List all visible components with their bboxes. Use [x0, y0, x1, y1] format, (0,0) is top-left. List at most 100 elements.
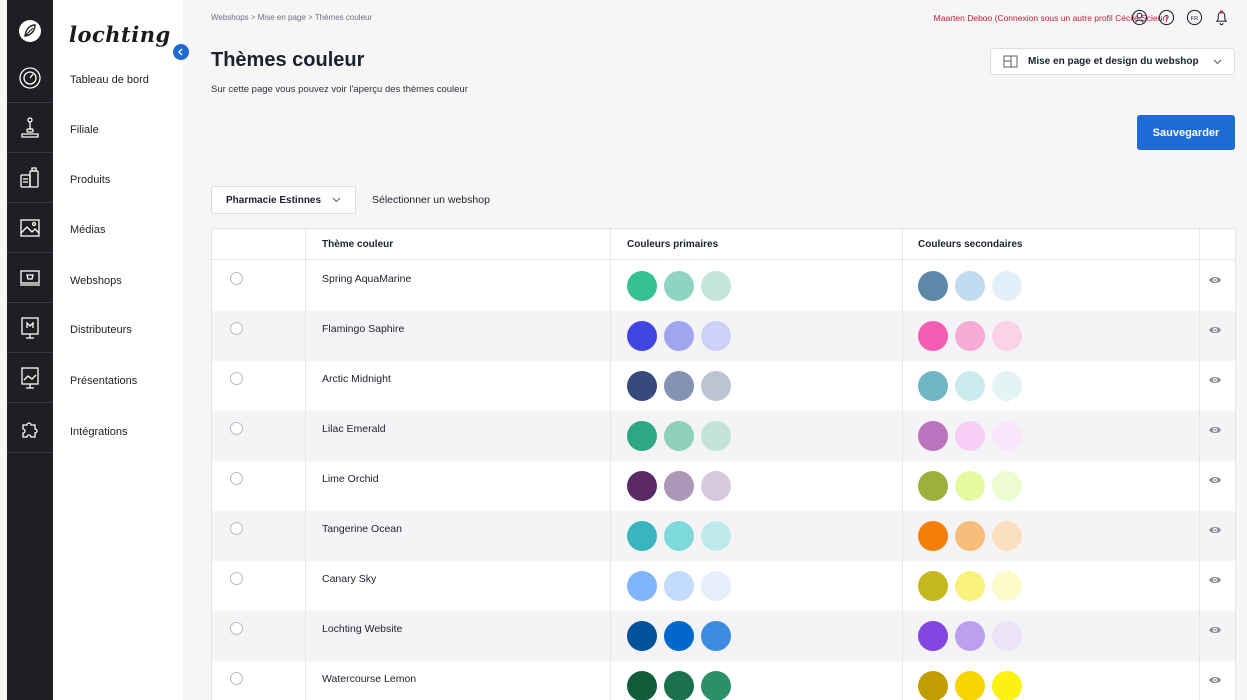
preview-eye-icon[interactable]	[1208, 275, 1222, 285]
theme-name: Flamingo Saphire	[322, 323, 405, 335]
table-row[interactable]: Lime Orchid	[212, 461, 1235, 511]
secondary-color-swatch	[918, 321, 948, 351]
preview-eye-icon[interactable]	[1208, 425, 1222, 435]
secondary-color-swatch	[955, 621, 985, 651]
theme-name: Lime Orchid	[322, 473, 379, 485]
preview-eye-icon[interactable]	[1208, 325, 1222, 335]
primary-color-swatch	[701, 671, 731, 700]
breadcrumb: Webshops > Mise en page > Thèmes couleur	[211, 13, 373, 22]
secondary-color-swatch	[992, 571, 1022, 601]
secondary-color-swatch	[992, 671, 1022, 700]
secondary-color-swatch	[955, 371, 985, 401]
chevron-left-icon	[178, 48, 183, 56]
preview-eye-icon[interactable]	[1208, 375, 1222, 385]
language-label: FR	[1191, 16, 1199, 22]
primary-color-swatch	[701, 521, 731, 551]
secondary-color-swatch	[955, 471, 985, 501]
table-row[interactable]: Lilac Emerald	[212, 411, 1235, 461]
theme-radio[interactable]	[230, 522, 243, 535]
preview-eye-icon[interactable]	[1208, 675, 1222, 685]
preview-eye-icon[interactable]	[1208, 575, 1222, 585]
media-image-icon[interactable]	[7, 203, 53, 253]
secondary-color-swatch	[955, 421, 985, 451]
sidebar-collapse-button[interactable]	[173, 44, 189, 60]
user-profile-icon[interactable]	[1131, 9, 1148, 26]
table-row[interactable]: Spring AquaMarine	[212, 261, 1235, 311]
column-header-theme: Thème couleur	[322, 239, 394, 250]
secondary-color-swatch	[955, 571, 985, 601]
secondary-color-swatch	[992, 521, 1022, 551]
sidebar-item-integrations[interactable]: Intégrations	[70, 426, 127, 438]
theme-radio[interactable]	[230, 622, 243, 635]
sidebar-item-distributors[interactable]: Distributeurs	[70, 324, 132, 336]
sidebar-item-branch[interactable]: Filiale	[70, 124, 99, 136]
sidebar-item-media[interactable]: Médias	[70, 224, 105, 236]
secondary-color-swatch	[992, 371, 1022, 401]
layout-grid-icon	[1003, 55, 1018, 68]
primary-color-swatch	[627, 521, 657, 551]
table-row[interactable]: Watercourse Lemon	[212, 661, 1235, 700]
secondary-color-swatch	[955, 671, 985, 700]
primary-color-swatch	[627, 271, 657, 301]
language-icon[interactable]: FR	[1186, 9, 1203, 26]
sidebar-item-webshops[interactable]: Webshops	[70, 275, 122, 287]
sidebar: lochting Tableau de bord Filiale Produit…	[53, 0, 183, 700]
distributor-monitor-icon[interactable]	[7, 303, 53, 353]
color-themes-table: Spring AquaMarine Flamingo Saphire Arctic …	[211, 228, 1236, 700]
secondary-color-swatch	[918, 621, 948, 651]
table-row[interactable]: Tangerine Ocean	[212, 511, 1235, 561]
primary-color-swatch	[664, 521, 694, 551]
integration-puzzle-icon[interactable]	[7, 403, 53, 453]
sidebar-item-products[interactable]: Produits	[70, 174, 110, 186]
primary-color-swatch	[664, 421, 694, 451]
table-row[interactable]: Flamingo Saphire	[212, 311, 1235, 361]
webshop-select[interactable]: Pharmacie Estinnes	[211, 186, 356, 214]
theme-radio[interactable]	[230, 472, 243, 485]
theme-radio[interactable]	[230, 372, 243, 385]
primary-color-swatch	[664, 621, 694, 651]
primary-color-swatch	[701, 421, 731, 451]
theme-radio[interactable]	[230, 672, 243, 685]
table-row[interactable]: Canary Sky	[212, 561, 1235, 611]
icon-rail	[7, 0, 53, 700]
save-button[interactable]: Sauvegarder	[1137, 115, 1235, 150]
preview-eye-icon[interactable]	[1208, 525, 1222, 535]
table-row[interactable]: Arctic Midnight	[212, 361, 1235, 411]
theme-radio[interactable]	[230, 422, 243, 435]
notification-bell-icon[interactable]	[1213, 9, 1230, 26]
theme-name: Lilac Emerald	[322, 423, 386, 435]
logo-leaf-icon[interactable]	[7, 6, 53, 56]
preview-eye-icon[interactable]	[1208, 625, 1222, 635]
help-icon[interactable]: ?	[1158, 9, 1175, 26]
primary-color-swatch	[701, 321, 731, 351]
secondary-color-swatch	[955, 321, 985, 351]
webshop-cart-icon[interactable]	[7, 253, 53, 303]
primary-color-swatch	[701, 371, 731, 401]
primary-color-swatch	[627, 421, 657, 451]
table-row[interactable]: Lochting Website	[212, 611, 1235, 661]
primary-color-swatch	[627, 571, 657, 601]
dashboard-gauge-icon[interactable]	[7, 53, 53, 103]
theme-radio[interactable]	[230, 272, 243, 285]
chevron-down-icon	[1213, 59, 1222, 64]
branch-joystick-icon[interactable]	[7, 103, 53, 153]
products-boxes-icon[interactable]	[7, 153, 53, 203]
theme-radio[interactable]	[230, 572, 243, 585]
presentation-board-icon[interactable]	[7, 353, 53, 403]
theme-radio[interactable]	[230, 322, 243, 335]
primary-color-swatch	[701, 471, 731, 501]
sidebar-item-dashboard[interactable]: Tableau de bord	[70, 74, 149, 86]
primary-color-swatch	[664, 321, 694, 351]
preview-eye-icon[interactable]	[1208, 475, 1222, 485]
secondary-color-swatch	[918, 371, 948, 401]
table-header: Thème couleur Couleurs primaires Couleur…	[212, 229, 1235, 260]
primary-color-swatch	[664, 671, 694, 700]
layout-design-select[interactable]: Mise en page et design du webshop	[990, 48, 1235, 75]
secondary-color-swatch	[992, 271, 1022, 301]
secondary-color-swatch	[992, 621, 1022, 651]
primary-color-swatch	[627, 621, 657, 651]
webshop-select-hint: Sélectionner un webshop	[372, 194, 490, 206]
sidebar-item-presentations[interactable]: Présentations	[70, 375, 137, 387]
primary-color-swatch	[627, 471, 657, 501]
theme-name: Tangerine Ocean	[322, 523, 402, 535]
